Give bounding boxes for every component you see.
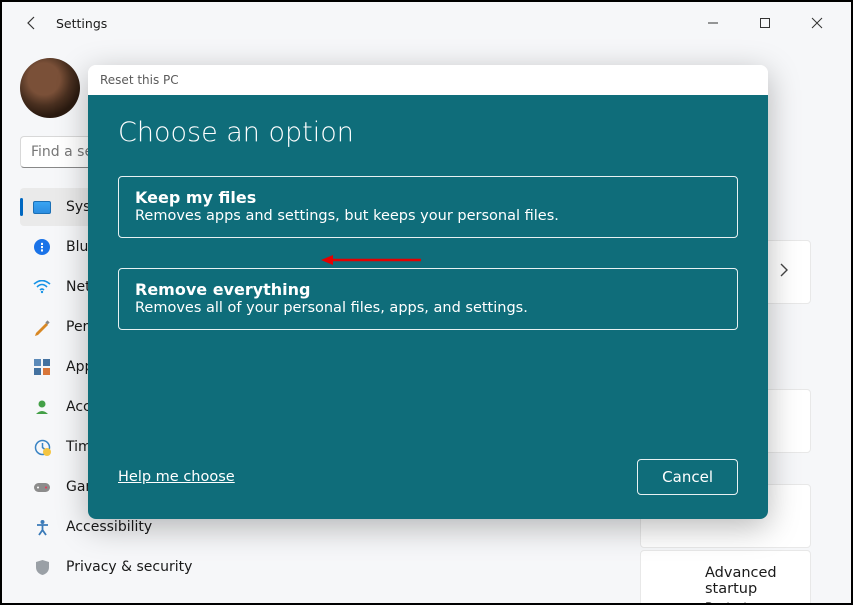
modal-heading: Choose an option <box>118 117 738 148</box>
sidebar-item-label: Accessibility <box>66 519 152 535</box>
cancel-button[interactable]: Cancel <box>637 459 738 495</box>
reset-pc-modal: Reset this PC Choose an option Keep my f… <box>88 65 768 519</box>
option-title: Keep my files <box>135 188 721 207</box>
help-me-choose-link[interactable]: Help me choose <box>118 469 235 485</box>
personalization-icon <box>32 317 52 337</box>
option-remove-everything[interactable]: Remove everything Removes all of your pe… <box>118 268 738 330</box>
minimize-button[interactable] <box>697 7 729 39</box>
bluetooth-icon: ⋮ <box>32 237 52 257</box>
option-keep-my-files[interactable]: Keep my files Removes apps and settings,… <box>118 176 738 238</box>
gaming-icon <box>32 477 52 497</box>
sidebar-item-privacy[interactable]: Privacy & security <box>20 548 307 586</box>
privacy-icon <box>32 557 52 577</box>
titlebar: Settings <box>2 2 851 44</box>
option-desc: Removes apps and settings, but keeps you… <box>135 208 721 224</box>
time-language-icon <box>32 437 52 457</box>
advanced-startup-card: Advanced startup Restart your device to … <box>640 550 811 605</box>
avatar <box>20 58 80 118</box>
back-button[interactable] <box>22 13 42 33</box>
system-icon <box>32 197 52 217</box>
sidebar-item-label: Privacy & security <box>66 559 192 575</box>
chevron-right-icon <box>780 263 788 281</box>
accessibility-icon <box>32 517 52 537</box>
advanced-startup-title: Advanced startup <box>705 565 777 597</box>
network-icon <box>32 277 52 297</box>
accounts-icon <box>32 397 52 417</box>
close-button[interactable] <box>801 7 833 39</box>
maximize-button[interactable] <box>749 7 781 39</box>
modal-titlebar: Reset this PC <box>88 65 768 95</box>
apps-icon <box>32 357 52 377</box>
window-title: Settings <box>56 16 107 31</box>
option-title: Remove everything <box>135 280 721 299</box>
advanced-startup-desc: Restart your device to change startup se… <box>705 599 777 605</box>
option-desc: Removes all of your personal files, apps… <box>135 300 721 316</box>
